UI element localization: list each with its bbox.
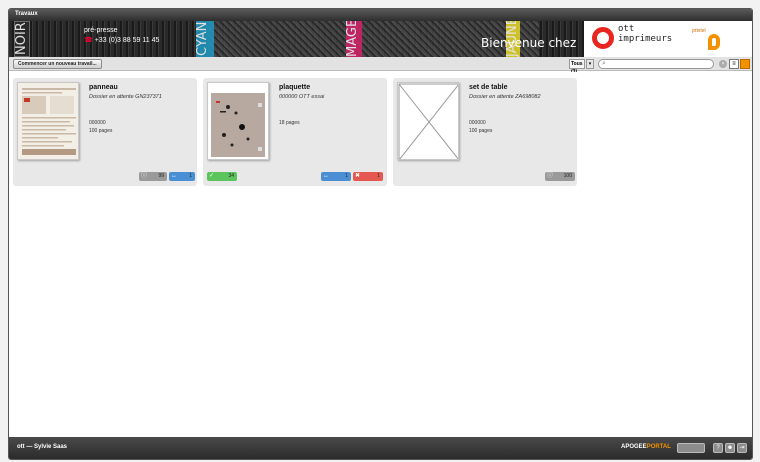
welcome-text: Bienvenue chez	[481, 36, 577, 50]
job-card[interactable]: set de table Dossier en attente ZA698082…	[393, 78, 577, 186]
reject-icon: ✖	[355, 173, 361, 179]
phone-icon: ☎	[84, 37, 93, 44]
clear-search-icon[interactable]: ×	[719, 60, 727, 68]
job-status: 000000 OTT essai	[279, 94, 325, 100]
header-banner: NOIR CYAN MAGENTA JAUNE pré-presse ☎ +33…	[9, 21, 752, 57]
toolbar: Commencer un nouveau travail... Tous (3)…	[9, 57, 752, 75]
users-icon[interactable]: ☻	[725, 443, 735, 453]
info-badge[interactable]: ⓘ 100	[545, 172, 575, 181]
stripe-magenta: MAGENTA	[345, 21, 362, 57]
job-card[interactable]: panneau Dossier en attente GN237371 0000…	[13, 78, 197, 186]
ott-ring-icon	[592, 27, 614, 49]
apogee-portal-logo: APOGEEPORTAL	[621, 444, 671, 450]
contact-label: pré-presse	[84, 27, 118, 34]
job-title[interactable]: panneau	[89, 84, 118, 91]
logout-icon[interactable]: ⇥	[737, 443, 747, 453]
stripe-noir: NOIR	[14, 21, 30, 57]
jobs-area: panneau Dossier en attente GN237371 0000…	[9, 72, 752, 438]
job-pages: 18 pages	[279, 120, 300, 126]
contact-info: pré-presse ☎ +33 (0)3 88 59 11 45	[84, 26, 159, 46]
logo-line1: ott	[618, 24, 635, 34]
stripe-cyan: CYAN	[195, 21, 214, 57]
approve-badge[interactable]: ↔ 1	[169, 172, 195, 181]
app-window: Travaux NOIR CYAN MAGENTA JAUNE pré-pres…	[8, 8, 753, 460]
printel-label: printel	[692, 28, 706, 34]
printel-logo-icon	[708, 34, 720, 50]
job-thumbnail[interactable]	[397, 82, 459, 160]
chevron-down-icon[interactable]: ▾	[586, 59, 594, 69]
job-status: Dossier en attente ZA698082	[469, 94, 541, 100]
check-badge[interactable]: ✓ 34	[207, 172, 237, 181]
help-icon[interactable]: ?	[713, 443, 723, 453]
job-thumbnail[interactable]	[207, 82, 269, 160]
reject-badge[interactable]: ✖ 1	[353, 172, 383, 181]
contact-phone: +33 (0)3 88 59 11 45	[94, 37, 160, 44]
search-input[interactable]: ⌕	[598, 59, 714, 69]
job-title[interactable]: set de table	[469, 84, 508, 91]
grid-view-icon[interactable]	[740, 59, 750, 69]
job-code: 000000	[89, 120, 106, 126]
window-title: Travaux	[9, 9, 752, 21]
info-icon: ⓘ	[547, 173, 554, 179]
approve-icon: ↔	[323, 173, 329, 179]
search-icon: ⌕	[602, 60, 606, 67]
job-thumbnail[interactable]	[17, 82, 79, 160]
job-code: 000000	[469, 120, 486, 126]
approve-icon: ↔	[171, 173, 177, 179]
info-icon: ⓘ	[141, 173, 148, 179]
list-view-icon[interactable]: ≡	[729, 59, 739, 69]
job-pages: 100 pages	[469, 128, 493, 134]
toggle-button[interactable]	[677, 443, 705, 453]
job-card[interactable]: plaquette 000000 OTT essai 18 pages ✓ 34 …	[203, 78, 387, 186]
new-job-button[interactable]: Commencer un nouveau travail...	[13, 59, 102, 69]
job-title[interactable]: plaquette	[279, 84, 310, 91]
filter-select[interactable]: Tous (3)	[569, 59, 585, 75]
check-icon: ✓	[209, 173, 215, 179]
user-name: ott — Sylvie Saas	[17, 444, 68, 450]
info-badge[interactable]: ⓘ 99	[139, 172, 167, 181]
job-pages: 100 pages	[89, 128, 113, 134]
brand-logo: ott imprimeurs printel	[584, 21, 752, 57]
logo-line2: imprimeurs	[618, 34, 673, 44]
job-status: Dossier en attente GN237371	[89, 94, 162, 100]
status-footer: ott — Sylvie Saas APOGEEPORTAL ? ☻ ⇥	[9, 437, 752, 459]
approve-badge[interactable]: ↔ 1	[321, 172, 351, 181]
